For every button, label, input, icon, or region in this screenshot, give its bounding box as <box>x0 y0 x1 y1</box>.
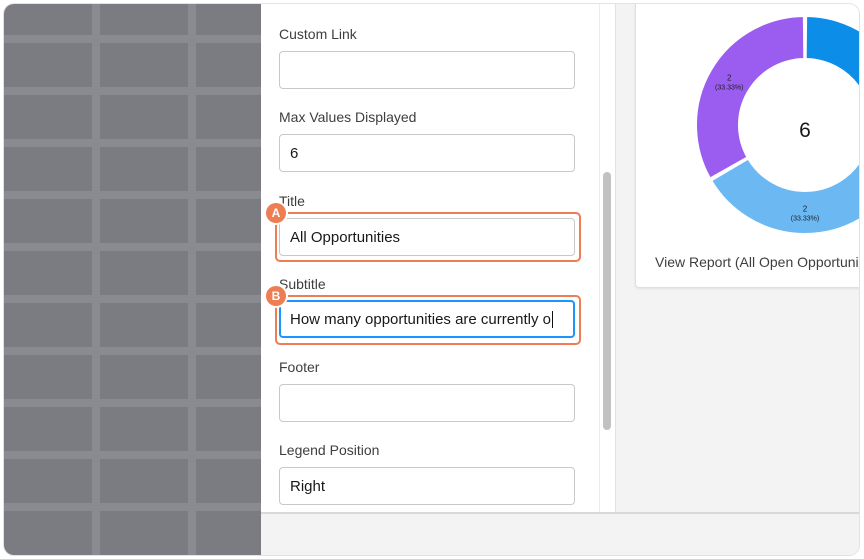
properties-scrollbar[interactable] <box>599 4 616 512</box>
legend-position-select[interactable]: Right <box>279 467 575 505</box>
chart-preview-card: 6 2 (33.33%) 2 (33.33%) View Report (All Op… <box>635 4 859 288</box>
donut-segment[interactable] <box>804 14 859 179</box>
segment-percent-label: (33.33%) <box>715 84 743 91</box>
annotation-marker-a: A <box>266 203 286 223</box>
custom-link-label: Custom Link <box>279 26 357 42</box>
custom-link-input[interactable] <box>279 51 575 89</box>
subtitle-input[interactable]: How many opportunities are currently o <box>279 300 575 338</box>
panel-divider <box>615 4 616 512</box>
legend-position-label: Legend Position <box>279 442 380 458</box>
scrollbar-thumb[interactable] <box>603 172 611 430</box>
segment-value-label: 2 <box>803 205 808 214</box>
properties-panel: Custom Link Max Values Displayed 6 Title… <box>261 4 616 512</box>
view-report-link[interactable]: View Report (All Open Opportuni <box>655 254 859 270</box>
app-window: Custom Link Max Values Displayed 6 Title… <box>4 4 859 555</box>
text-caret <box>551 310 553 328</box>
max-values-label: Max Values Displayed <box>279 109 417 125</box>
title-input[interactable]: All Opportunities <box>279 218 575 256</box>
donut-segment[interactable] <box>695 14 806 180</box>
annotation-marker-b: B <box>266 286 286 306</box>
footer-input[interactable] <box>279 384 575 422</box>
subtitle-label: Subtitle <box>279 276 326 292</box>
donut-chart: 6 2 (33.33%) 2 (33.33%) <box>695 14 859 235</box>
segment-percent-label: (33.33%) <box>791 216 819 223</box>
donut-segment[interactable] <box>709 157 859 235</box>
donut-center-total: 6 <box>799 119 811 142</box>
dashboard-canvas-overlay <box>4 4 261 555</box>
bottom-bar <box>261 512 859 555</box>
footer-label: Footer <box>279 359 320 375</box>
segment-value-label: 2 <box>727 73 732 82</box>
subtitle-value: How many opportunities are currently o <box>290 310 551 328</box>
max-values-input[interactable]: 6 <box>279 134 575 172</box>
